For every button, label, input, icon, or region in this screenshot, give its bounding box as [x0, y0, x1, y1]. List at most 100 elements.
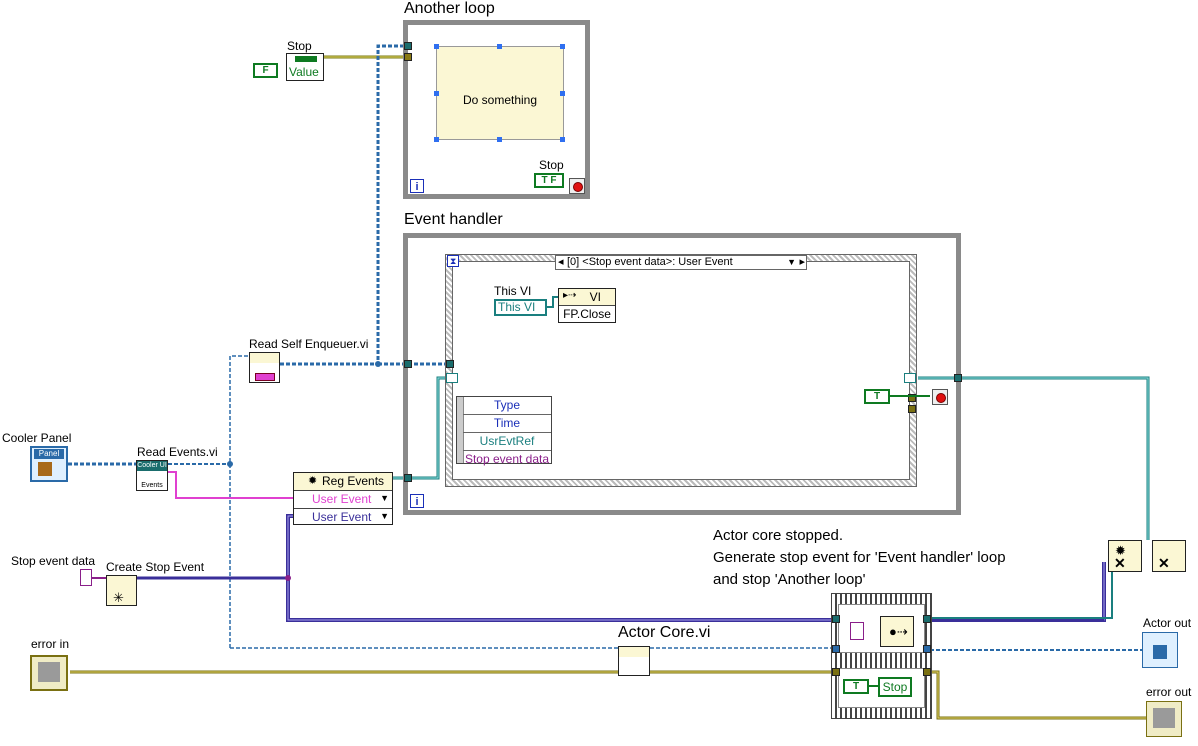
- read-events-label: Read Events.vi: [137, 445, 218, 459]
- invoke-method: FP.Close: [563, 307, 611, 321]
- create-stop-event-label: Create Stop Event: [106, 560, 205, 574]
- gear-icon: [619, 647, 649, 657]
- sequence-tunnel[interactable]: [832, 645, 840, 653]
- create-event-icon: ✳: [113, 590, 124, 605]
- do-something-subdiagram[interactable]: Do something: [436, 46, 564, 140]
- event-handler-title: Event handler: [404, 211, 503, 228]
- stop-condition-icon[interactable]: [569, 178, 585, 194]
- sequence-tunnel[interactable]: [923, 668, 931, 676]
- another-loop-stop-tunnel[interactable]: [404, 53, 412, 61]
- dynamic-events-out-icon[interactable]: [904, 373, 916, 383]
- reg-events-item-text: User Event: [312, 510, 372, 524]
- case-selector-arrow-right-icon[interactable]: ▸: [799, 256, 805, 269]
- resize-handle[interactable]: [434, 137, 439, 142]
- this-vi-reference[interactable]: This VI: [494, 299, 547, 316]
- resize-handle[interactable]: [434, 44, 439, 49]
- generate-user-event-node[interactable]: ●⇢: [880, 616, 914, 647]
- dynamic-events-terminal-icon[interactable]: [446, 373, 458, 383]
- actor-core-label: Actor Core.vi: [618, 624, 711, 641]
- flat-sequence-frame[interactable]: [831, 593, 932, 719]
- sequence-tunnel[interactable]: [923, 615, 931, 623]
- gear-icon: [250, 353, 279, 363]
- chevron-down-icon[interactable]: ▼: [380, 511, 389, 521]
- chevron-down-icon[interactable]: ▼: [380, 493, 389, 503]
- stop-property-node[interactable]: Value: [286, 53, 324, 81]
- event-data-time: Time: [463, 415, 551, 433]
- handler-output-tunnel[interactable]: [954, 374, 962, 382]
- stop-tunnel[interactable]: [908, 405, 916, 413]
- chevron-down-icon[interactable]: ▼: [787, 256, 796, 269]
- case-selector-arrow-left-icon[interactable]: ◂: [558, 256, 564, 269]
- this-vi-ref-text: This VI: [498, 300, 536, 314]
- read-events-header: Cooler UI: [137, 461, 167, 471]
- read-events-vi[interactable]: Cooler UI Events: [136, 460, 168, 491]
- invoke-header: ▸⇢ VI: [559, 289, 615, 306]
- stop-data-constant[interactable]: [850, 622, 864, 640]
- stop-tunnel[interactable]: [908, 394, 916, 402]
- handler-enqueuer-tunnel[interactable]: [404, 360, 412, 368]
- iteration-terminal-icon: i: [410, 494, 424, 508]
- read-events-sub: Events: [141, 482, 163, 489]
- reg-events-title: Reg Events: [322, 474, 385, 488]
- close-icon: ✕: [1114, 555, 1126, 571]
- resize-handle[interactable]: [560, 44, 565, 49]
- stop-event-data-constant[interactable]: [80, 569, 92, 586]
- error-cluster-icon: [1153, 708, 1175, 728]
- another-loop-enqueuer-tunnel[interactable]: [404, 42, 412, 50]
- case-selector[interactable]: ◂ [0] <Stop event data>: User Event ▼ ▸: [555, 255, 807, 270]
- resize-handle[interactable]: [497, 44, 502, 49]
- error-cluster-icon: [38, 662, 60, 682]
- do-something-text: Do something: [462, 93, 538, 107]
- error-in-control[interactable]: [30, 655, 68, 691]
- read-self-enqueuer-label: Read Self Enqueuer.vi: [249, 337, 369, 351]
- stop-false-constant[interactable]: F: [253, 63, 278, 78]
- hourglass-icon: ⧗: [447, 255, 459, 267]
- stop-local-variable[interactable]: Stop: [878, 677, 912, 697]
- sequence-tunnel[interactable]: [923, 645, 931, 653]
- reg-events-item[interactable]: User Event ▼: [294, 509, 392, 526]
- event-data-usrevtref: UsrEvtRef: [463, 433, 551, 451]
- toggle-icon: [295, 56, 317, 62]
- cooler-panel-label: Cooler Panel: [2, 431, 72, 445]
- enqueuer-icon: [255, 373, 275, 381]
- event-enqueuer-tunnel[interactable]: [446, 360, 454, 368]
- register-events-node[interactable]: ✹ Reg Events User Event ▼ User Event ▼: [293, 472, 393, 525]
- generate-event-icon: ●⇢: [889, 624, 908, 639]
- destroy-user-event-node[interactable]: ✹ ✕: [1108, 540, 1142, 572]
- sequence-tunnel[interactable]: [832, 615, 840, 623]
- resize-handle[interactable]: [560, 137, 565, 142]
- error-out-label: error out: [1146, 685, 1192, 699]
- event-stop-true-constant[interactable]: T: [864, 389, 890, 404]
- error-out-indicator[interactable]: [1146, 701, 1182, 737]
- actor-stop-true-constant[interactable]: T: [843, 679, 869, 694]
- stop-condition-icon[interactable]: [932, 389, 948, 405]
- error-in-label: error in: [31, 637, 70, 651]
- comment-text: Actor core stopped. Generate stop event …: [713, 527, 1006, 588]
- unregister-events-node[interactable]: ✕: [1152, 540, 1186, 572]
- handler-reg-tunnel[interactable]: [404, 474, 412, 482]
- box-icon: [38, 462, 52, 476]
- invoke-header-text: VI: [589, 290, 601, 304]
- fp-close-invoke-node[interactable]: ▸⇢ VI FP.Close: [558, 288, 616, 323]
- panel-icon-text: Panel: [34, 449, 64, 459]
- resize-handle[interactable]: [434, 91, 439, 96]
- cooler-panel-control[interactable]: Panel: [30, 446, 68, 482]
- wire-actor-bus: [229, 355, 250, 648]
- stop-property-value: Value: [289, 65, 319, 79]
- another-loop-stop-local[interactable]: T F: [534, 173, 564, 188]
- read-self-enqueuer-vi[interactable]: [249, 352, 280, 383]
- event-data-node[interactable]: Type Time UsrEvtRef Stop event data: [456, 396, 552, 466]
- another-loop-stop-label: Stop: [539, 158, 564, 172]
- wire-pink-events: [168, 471, 294, 499]
- event-data-stop: Stop event data: [464, 452, 550, 466]
- create-stop-event-node[interactable]: ✳: [106, 575, 137, 606]
- actor-out-indicator[interactable]: [1142, 632, 1178, 668]
- reg-events-header: ✹ Reg Events: [294, 473, 392, 491]
- iteration-terminal-icon: i: [410, 179, 424, 193]
- resize-handle[interactable]: [497, 137, 502, 142]
- sequence-tunnel[interactable]: [832, 668, 840, 676]
- invoke-arrow-icon: ▸⇢: [563, 290, 577, 301]
- actor-core-vi[interactable]: [618, 646, 650, 676]
- resize-handle[interactable]: [560, 91, 565, 96]
- reg-events-item[interactable]: User Event ▼: [294, 491, 392, 509]
